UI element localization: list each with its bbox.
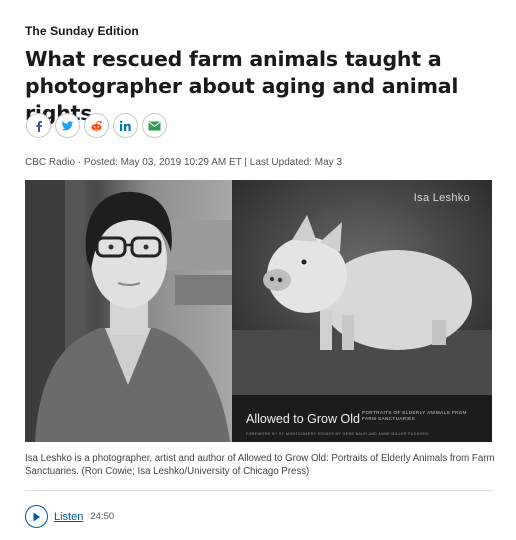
share-linkedin-button[interactable] bbox=[113, 113, 138, 138]
facebook-icon bbox=[35, 120, 42, 132]
share-reddit-button[interactable] bbox=[84, 113, 109, 138]
share-twitter-button[interactable] bbox=[55, 113, 80, 138]
book-subtitle: PORTRAITS OF ELDERLY ANIMALS FROM FARM S… bbox=[362, 410, 467, 421]
twitter-icon bbox=[61, 120, 74, 130]
show-label[interactable]: The Sunday Edition bbox=[25, 24, 139, 38]
book-title: Allowed to Grow Old bbox=[246, 412, 360, 426]
share-facebook-button[interactable] bbox=[26, 113, 51, 138]
portrait-photo bbox=[25, 180, 232, 442]
audio-player: Listen 24:50 bbox=[25, 505, 114, 528]
book-author: Isa Leshko bbox=[413, 192, 470, 204]
divider bbox=[25, 490, 492, 491]
lead-image: Isa Leshko Allowed to Grow Old PORTRAITS… bbox=[25, 180, 492, 442]
book-cover: Isa Leshko Allowed to Grow Old PORTRAITS… bbox=[232, 180, 492, 442]
reddit-icon bbox=[91, 120, 102, 131]
email-icon bbox=[148, 121, 161, 130]
linkedin-icon bbox=[119, 120, 131, 131]
play-button[interactable] bbox=[25, 505, 48, 528]
book-foreword: FOREWORD BY SY MONTGOMERY ESSAYS BY GENE… bbox=[246, 432, 429, 436]
play-icon bbox=[33, 512, 40, 521]
image-caption: Isa Leshko is a photographer, artist and… bbox=[25, 453, 495, 477]
share-bar bbox=[26, 113, 167, 139]
share-email-button[interactable] bbox=[142, 113, 167, 138]
listen-link[interactable]: Listen bbox=[54, 511, 83, 523]
audio-duration: 24:50 bbox=[90, 511, 115, 522]
byline: CBC Radio · Posted: May 03, 2019 10:29 A… bbox=[25, 157, 343, 168]
